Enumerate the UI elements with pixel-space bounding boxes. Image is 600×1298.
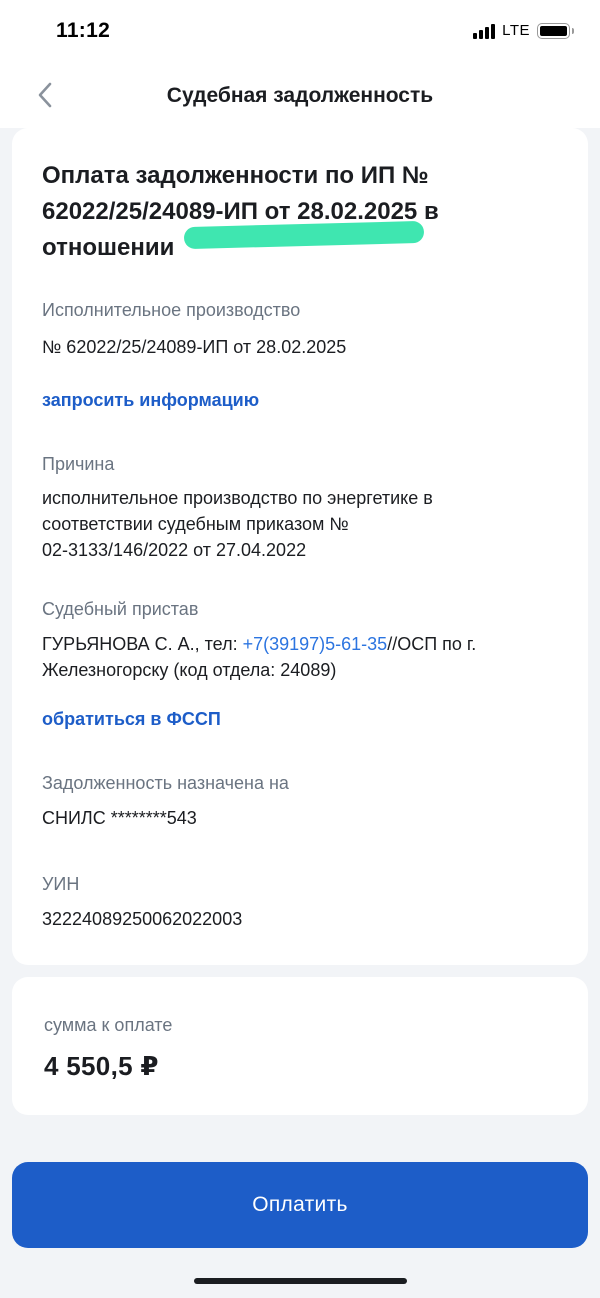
status-time: 11:12 xyxy=(56,19,111,42)
home-indicator[interactable] xyxy=(194,1278,407,1284)
heading-line: Оплата задолженности по ИП № xyxy=(42,162,429,189)
bailiff-line: ГУРЬЯНОВА С. А., тел: +7(39197)5-61-35//… xyxy=(42,631,562,657)
uin-label: УИН xyxy=(42,874,80,894)
status-indicators: LTE xyxy=(473,22,574,39)
sum-label: сумма к оплате xyxy=(44,1015,173,1035)
pay-button-label: Оплатить xyxy=(252,1193,348,1216)
page-title: Судебная задолженность xyxy=(166,84,434,107)
navigation-bar: Судебная задолженность xyxy=(0,62,600,128)
assigned-value: СНИЛС ********543 xyxy=(42,808,197,828)
screen: 11:12 LTE Судебная задолженность Оплата … xyxy=(0,0,600,1298)
pay-button[interactable]: Оплатить xyxy=(12,1162,588,1248)
status-bar: 11:12 LTE xyxy=(0,0,600,62)
debt-heading: Оплата задолженности по ИП № 62022/25/24… xyxy=(42,158,542,266)
phone-link[interactable]: +7(39197)5-61-35 xyxy=(243,634,388,654)
reason-line: исполнительное производство по энергетик… xyxy=(42,488,433,508)
reason-line: 02-3133/146/2022 от 27.04.2022 xyxy=(42,540,307,560)
battery-icon xyxy=(537,22,574,39)
network-type: LTE xyxy=(502,22,530,39)
signal-icon xyxy=(473,23,496,39)
uin-value: 32224089250062022003 xyxy=(42,909,243,929)
bailiff-label: Судебный пристав xyxy=(42,599,199,619)
enforcement-value: № 62022/25/24089-ИП от 28.02.2025 xyxy=(42,337,347,357)
reason-value: исполнительное производство по энергетик… xyxy=(42,485,562,563)
enforcement-label: Исполнительное производство xyxy=(42,300,301,320)
reason-label: Причина xyxy=(42,454,115,474)
sum-card: сумма к оплате 4 550,5 ₽ xyxy=(12,977,588,1115)
bailiff-department: //ОСП по г. xyxy=(387,634,477,654)
contact-fssp-link[interactable]: обратиться в ФССП xyxy=(42,709,221,730)
bailiff-value: ГУРЬЯНОВА С. А., тел: +7(39197)5-61-35//… xyxy=(42,631,562,683)
reason-line: соответствии судебным приказом № xyxy=(42,514,349,534)
debt-details-card: Оплата задолженности по ИП № 62022/25/24… xyxy=(12,128,588,965)
assigned-label: Задолженность назначена на xyxy=(42,773,289,793)
bailiff-name: ГУРЬЯНОВА С. А., тел: xyxy=(42,634,243,654)
bailiff-line: Железногорску (код отдела: 24089) xyxy=(42,660,337,680)
sum-value: 4 550,5 ₽ xyxy=(44,1051,159,1081)
request-info-link[interactable]: запросить информацию xyxy=(42,390,259,411)
